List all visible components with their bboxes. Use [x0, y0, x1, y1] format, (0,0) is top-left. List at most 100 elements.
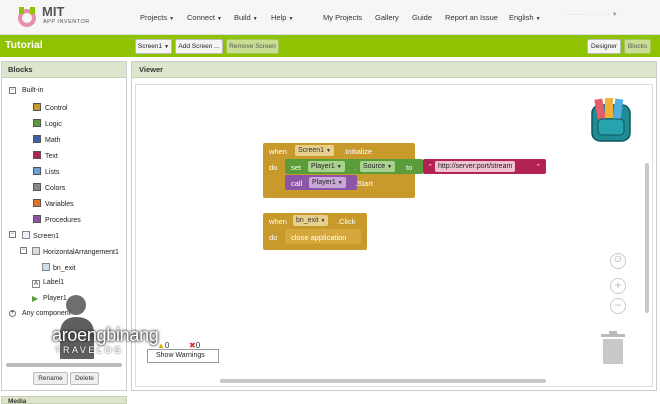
workspace-vertical-scrollbar[interactable] — [645, 163, 649, 313]
link-report-issue[interactable]: Report an Issue — [445, 13, 498, 22]
show-warnings-button[interactable]: Show Warnings — [147, 349, 219, 363]
drawer-lists[interactable]: Lists — [33, 167, 59, 176]
call-target-dropdown[interactable]: Player1 ▼ — [309, 177, 346, 188]
caret-down-icon: ▼ — [336, 164, 342, 170]
caret-down-icon: ▼ — [288, 16, 294, 22]
add-screen-button[interactable]: Add Screen ... — [175, 39, 223, 54]
blocks-workspace[interactable]: when Screen1 ▼ .Initialize do set Player… — [135, 84, 653, 387]
when-keyword: when — [269, 147, 287, 156]
caret-down-icon: ▼ — [326, 148, 331, 154]
control-color-swatch — [33, 103, 41, 111]
tree-builtin[interactable]: Built-in — [22, 87, 43, 94]
when-keyword: when — [269, 217, 287, 226]
expand-toggle-any[interactable]: + — [9, 310, 16, 317]
button-icon — [42, 263, 50, 271]
designer-button[interactable]: Designer — [587, 39, 621, 54]
user-account-menu[interactable]: · · · · · · · · · · · · · ▼ — [564, 12, 644, 21]
drawer-control[interactable]: Control — [33, 103, 68, 112]
collapse-toggle-builtin[interactable]: − — [9, 87, 16, 94]
caret-down-icon: ▼ — [535, 16, 541, 22]
brand-subtitle: APP INVENTOR — [43, 19, 90, 25]
menu-connect[interactable]: Connect ▼ — [187, 13, 222, 22]
component-dropdown[interactable]: Screen1 ▼ — [295, 145, 334, 156]
logic-color-swatch — [33, 119, 41, 127]
project-title: Tutorial — [5, 39, 43, 51]
do-keyword: do — [269, 233, 278, 242]
link-gallery[interactable]: Gallery — [375, 13, 399, 22]
backpack-icon[interactable] — [586, 97, 636, 145]
event-name: .Click — [337, 217, 356, 226]
drawer-logic[interactable]: Logic — [33, 119, 62, 128]
drawer-variables[interactable]: Variables — [33, 199, 74, 208]
zoom-in-icon[interactable]: + — [610, 278, 626, 294]
play-icon: ▶ — [32, 294, 39, 303]
math-color-swatch — [33, 135, 41, 143]
brand-name: MIT — [42, 4, 65, 19]
blocks-panel-title: Blocks — [2, 62, 126, 78]
event-name: .Initialize — [343, 147, 373, 156]
link-my-projects[interactable]: My Projects — [323, 13, 362, 22]
colors-color-swatch — [33, 183, 41, 191]
caret-down-icon: ▼ — [337, 180, 343, 186]
project-toolbar: Tutorial Screen1 ▼ Add Screen ... Remove … — [0, 35, 660, 57]
zoom-out-icon[interactable]: − — [610, 298, 626, 314]
viewer-panel: Viewer when Screen1 ▼ .Initialize do set… — [131, 61, 657, 391]
caret-down-icon: ▼ — [164, 44, 170, 50]
screen-select[interactable]: Screen1 ▼ — [135, 39, 172, 54]
blocks-panel-scrollbar[interactable] — [6, 363, 122, 367]
language-select[interactable]: English ▼ — [509, 13, 541, 22]
blocks-button[interactable]: Blocks — [624, 39, 651, 54]
viewer-title: Viewer — [132, 62, 656, 78]
rename-button[interactable]: Rename — [33, 372, 68, 385]
dot-separator: . — [354, 163, 357, 172]
caret-down-icon: ▼ — [169, 16, 175, 22]
component-dropdown[interactable]: bn_exit ▼ — [293, 215, 329, 226]
link-guide[interactable]: Guide — [412, 13, 432, 22]
menu-help[interactable]: Help ▼ — [271, 13, 293, 22]
tree-horizontal-arrangement[interactable]: HorizontalArrangement1 — [32, 247, 119, 256]
url-text-field[interactable]: http://server:port/stream — [435, 161, 516, 172]
set-keyword: set — [291, 163, 302, 172]
text-color-swatch — [33, 151, 41, 159]
delete-button[interactable]: Delete — [70, 372, 99, 385]
remove-screen-button[interactable]: Remove Screen — [226, 39, 279, 54]
property-dropdown[interactable]: Source ▼ — [360, 161, 396, 172]
watermark-subtext: TRAVELOG — [55, 345, 124, 355]
trash-can-icon[interactable] — [600, 331, 626, 365]
app-inventor-logo-icon — [18, 7, 36, 27]
quote-open: " — [429, 162, 432, 171]
top-bar: MIT APP INVENTOR Projects ▼ Connect ▼ Buil… — [0, 0, 660, 35]
drawer-math[interactable]: Math — [33, 135, 61, 144]
menu-projects[interactable]: Projects ▼ — [140, 13, 174, 22]
screen-icon — [22, 231, 30, 239]
collapse-toggle-arrangement[interactable]: − — [20, 247, 27, 254]
drawer-procedures[interactable]: Procedures — [33, 215, 81, 224]
drawer-text[interactable]: Text — [33, 151, 58, 160]
call-keyword: call — [291, 179, 303, 188]
menu-build[interactable]: Build ▼ — [234, 13, 258, 22]
tree-screen1[interactable]: Screen1 — [22, 231, 59, 240]
caret-down-icon: ▼ — [252, 16, 258, 22]
to-keyword: to — [406, 163, 413, 172]
tree-label1[interactable]: A Label1 — [32, 279, 64, 288]
arrangement-icon — [32, 247, 40, 255]
procedures-color-swatch — [33, 215, 41, 223]
caret-down-icon: ▼ — [216, 16, 222, 22]
lists-color-swatch — [33, 167, 41, 175]
method-name: .Start — [355, 179, 373, 188]
workspace-horizontal-scrollbar[interactable] — [220, 379, 546, 383]
quote-close: " — [537, 162, 540, 171]
close-application-label: close application — [291, 233, 347, 242]
watermark-text: aroengbinang — [52, 325, 159, 345]
media-panel-title: Media — [1, 396, 127, 404]
variables-color-swatch — [33, 199, 41, 207]
center-workspace-icon[interactable]: ⊙ — [610, 253, 626, 269]
tree-bn-exit[interactable]: bn_exit — [42, 263, 76, 272]
caret-down-icon: ▼ — [387, 164, 393, 170]
set-target-dropdown[interactable]: Player1 ▼ — [308, 161, 345, 172]
drawer-colors[interactable]: Colors — [33, 183, 65, 192]
label-icon: A — [32, 280, 40, 288]
caret-down-icon: ▼ — [320, 218, 326, 224]
do-keyword: do — [269, 163, 278, 172]
collapse-toggle-screen[interactable]: − — [9, 231, 16, 238]
